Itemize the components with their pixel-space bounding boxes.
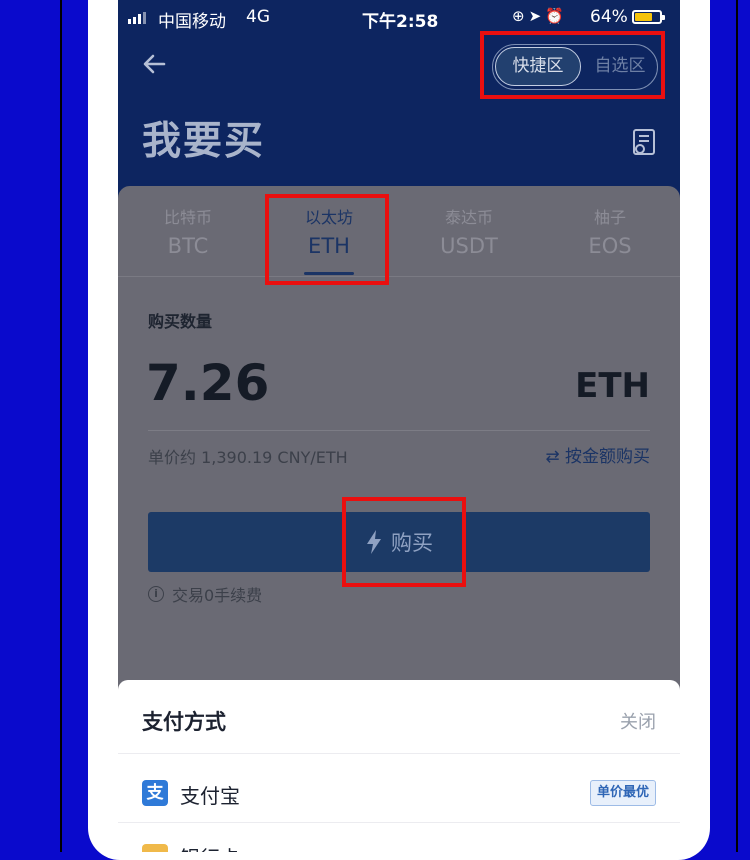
tab-usdt[interactable]: 泰达币 USDT	[414, 204, 524, 258]
order-list-icon[interactable]	[628, 126, 660, 158]
location-icon: ➤	[528, 7, 546, 25]
left-border-line	[60, 0, 62, 852]
tab-btc[interactable]: 比特币 BTC	[133, 204, 243, 258]
tab-eos-cn: 柚子	[593, 208, 626, 227]
highlight-zone-switch	[480, 31, 665, 99]
status-icons: ⊕➤⏰	[512, 7, 568, 25]
lock-rotation-icon: ⊕	[512, 7, 529, 25]
highlight-buy-button	[342, 497, 466, 587]
alarm-icon: ⏰	[545, 7, 568, 25]
tab-eos-en: EOS	[588, 234, 632, 258]
buy-by-amount-link[interactable]: ⇄ 按金额购买	[545, 442, 650, 467]
network-label: 4G	[246, 7, 270, 27]
tab-btc-cn: 比特币	[163, 208, 212, 227]
quantity-unit: ETH	[575, 366, 650, 406]
phone-screen: 中国移动 4G 下午2:58 ⊕➤⏰ 64% 快捷区 自选区 我要买 比特币 B…	[118, 0, 680, 852]
unit-price: 单价约 1,390.19 CNY/ETH	[148, 448, 348, 467]
payment-option-name: 银行卡	[180, 842, 240, 852]
best-price-badge: 单价最优	[589, 780, 656, 806]
fee-note-text: 交易0手续费	[172, 586, 263, 605]
quantity-label: 购买数量	[148, 312, 213, 331]
swap-icon: ⇄	[545, 447, 560, 467]
tab-btc-en: BTC	[167, 234, 209, 258]
close-button[interactable]: 关闭	[620, 708, 656, 734]
highlight-eth-tab	[265, 194, 389, 285]
payment-option-name: 支付宝	[180, 784, 240, 808]
tab-usdt-en: USDT	[440, 234, 498, 258]
alipay-icon: 支	[142, 780, 168, 806]
page-title: 我要买	[142, 119, 266, 164]
tab-eos[interactable]: 柚子 EOS	[555, 204, 665, 258]
payment-method-sheet: 支付方式 关闭 支 支付宝 单价最优 银行卡	[118, 680, 680, 852]
quantity-divider	[148, 430, 650, 431]
carrier-label: 中国移动	[158, 12, 226, 32]
bank-card-icon	[142, 844, 168, 852]
signal-icon	[128, 12, 146, 24]
coin-tabs: 比特币 BTC 以太坊 ETH 泰达币 USDT 柚子 EOS	[118, 186, 680, 277]
buy-by-amount-label: 按金额购买	[565, 447, 650, 467]
info-icon: i	[148, 586, 164, 602]
clock: 下午2:58	[362, 12, 439, 32]
sheet-title: 支付方式	[142, 710, 226, 734]
fee-note: i 交易0手续费	[148, 582, 262, 606]
battery-percent: 64%	[590, 7, 628, 27]
tab-usdt-cn: 泰达币	[444, 208, 493, 227]
right-border-line	[736, 0, 738, 852]
back-arrow-icon[interactable]	[138, 48, 170, 80]
quantity-input[interactable]: 7.26	[146, 354, 269, 412]
battery-icon	[632, 10, 665, 24]
payment-option-alipay[interactable]: 支 支付宝 单价最优	[118, 754, 680, 823]
